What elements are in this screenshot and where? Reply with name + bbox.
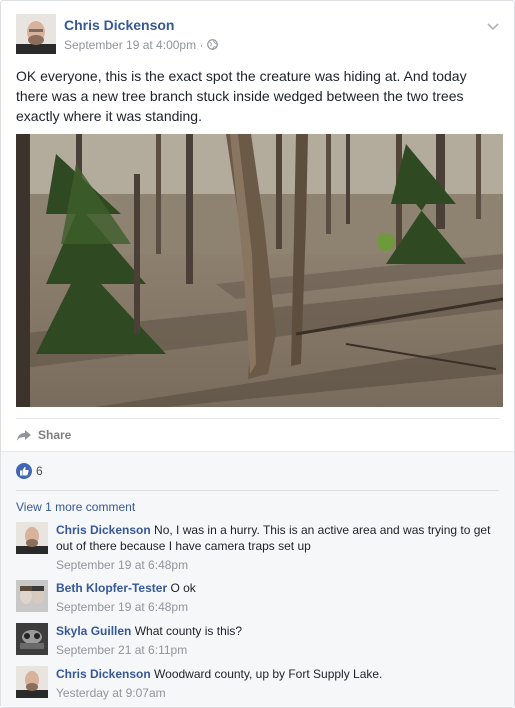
like-summary[interactable]: 6 xyxy=(16,463,43,479)
comment-item: Chris Dickenson No, I was in a hurry. Th… xyxy=(16,522,499,574)
commenter-avatar[interactable] xyxy=(16,666,48,698)
share-arrow-icon xyxy=(17,429,31,441)
comment-author[interactable]: Chris Dickenson xyxy=(56,667,151,681)
comments-divider xyxy=(16,490,499,491)
comment-time[interactable]: September 21 at 6:11pm xyxy=(56,642,499,658)
chevron-down-icon[interactable] xyxy=(487,18,499,31)
comments-section: 6 View 1 more comment Chris Dickenson No… xyxy=(1,451,514,707)
comment-time[interactable]: September 19 at 6:48pm xyxy=(56,557,499,573)
post-date[interactable]: September 19 at 4:00pm xyxy=(64,38,196,52)
comment-author[interactable]: Beth Klopfer-Tester xyxy=(56,581,167,595)
view-more-comments-link[interactable]: View 1 more comment xyxy=(16,500,135,514)
comment-author[interactable]: Chris Dickenson xyxy=(56,523,151,537)
action-bar: Share xyxy=(16,418,499,451)
comment-author[interactable]: Skyla Guillen xyxy=(56,624,131,638)
comment-time[interactable]: Yesterday at 9:07am xyxy=(56,685,499,701)
author-avatar[interactable] xyxy=(16,14,56,54)
share-label: Share xyxy=(38,428,72,442)
post-header: Chris Dickenson September 19 at 4:00pm · xyxy=(16,14,499,58)
comment-body: Beth Klopfer-Tester O ok September 19 at… xyxy=(56,580,499,615)
comment-item: Beth Klopfer-Tester O ok September 19 at… xyxy=(16,580,499,616)
post-text: OK everyone, this is the exact spot the … xyxy=(16,68,467,124)
post-card: Chris Dickenson September 19 at 4:00pm ·… xyxy=(0,0,515,708)
comment-body: Skyla Guillen What county is this? Septe… xyxy=(56,623,499,658)
comment-item: Skyla Guillen What county is this? Septe… xyxy=(16,623,499,659)
post-meta: September 19 at 4:00pm · xyxy=(64,38,218,52)
comment-time[interactable]: September 19 at 6:48pm xyxy=(56,599,499,615)
commenter-avatar[interactable] xyxy=(16,623,48,655)
comment-item: Chris Dickenson Woodward county, up by F… xyxy=(16,666,499,702)
comment-text: What county is this? xyxy=(134,624,243,638)
post-author[interactable]: Chris Dickenson xyxy=(64,17,174,33)
commenter-avatar[interactable] xyxy=(16,580,48,612)
post-photo[interactable] xyxy=(16,134,503,407)
thumbs-up-icon xyxy=(16,463,32,479)
forest-photo xyxy=(16,134,503,407)
globe-icon xyxy=(206,39,218,50)
comment-text: O ok xyxy=(170,581,196,595)
comment-body: Chris Dickenson Woodward county, up by F… xyxy=(56,666,499,701)
commenter-avatar[interactable] xyxy=(16,522,48,554)
share-button[interactable]: Share xyxy=(16,428,71,442)
comment-body: Chris Dickenson No, I was in a hurry. Th… xyxy=(56,522,499,573)
meta-separator: · xyxy=(199,38,204,52)
comment-text: Woodward county, up by Fort Supply Lake. xyxy=(154,667,383,681)
like-count: 6 xyxy=(36,464,43,478)
